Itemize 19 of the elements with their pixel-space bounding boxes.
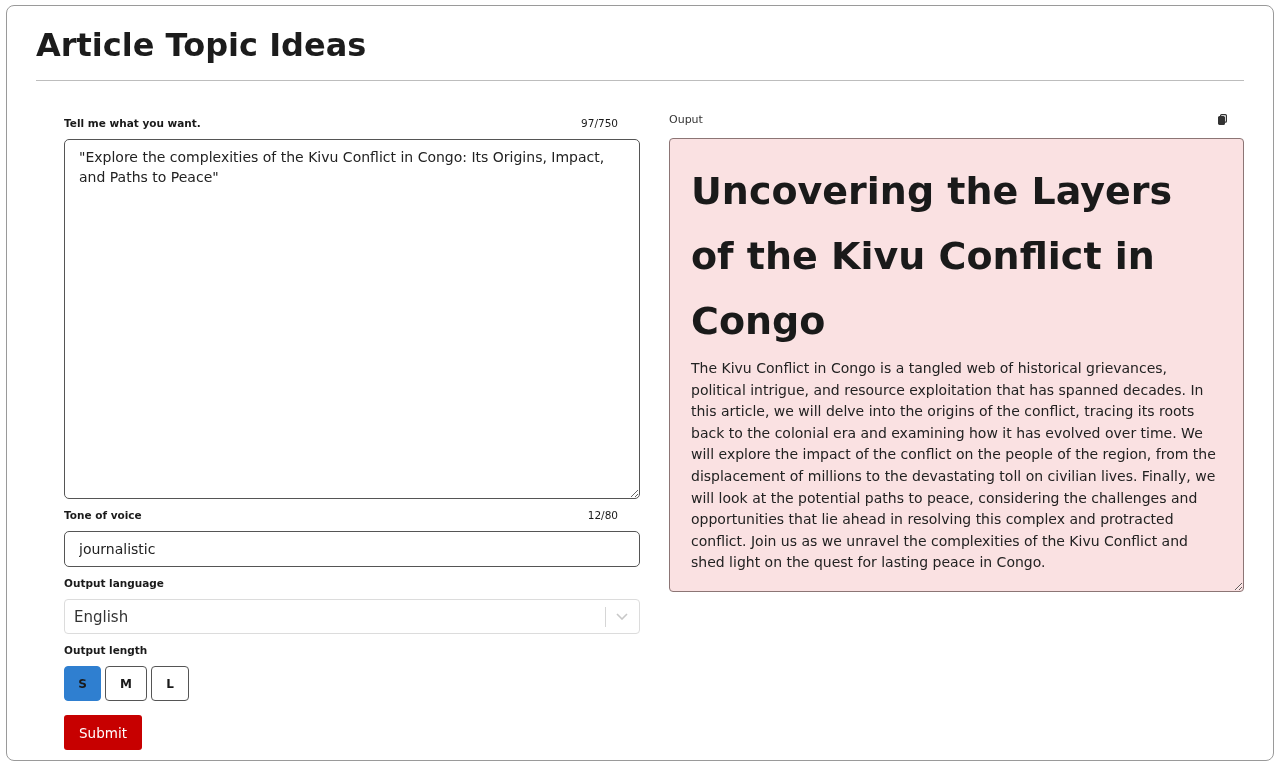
language-select[interactable]: English: [64, 599, 640, 634]
field-label: Tone of voice: [64, 509, 142, 521]
chevron-down-icon: [616, 613, 628, 620]
length-option-button[interactable]: M: [105, 666, 147, 701]
output-text: The Kivu Conflict in Congo is a tangled web of historical grievances, political intrigue, and resource exploitation that has spanned decades. In this article, we will delve into the origins of the conflict, tracing its roots back to the colonial era and examining how it has evolved over time. We will explore the impact of the conflict on the people of the region, from the displacement of millions to the devastating toll on civilian lives. Finally, we will look at the potential paths to peace, considering the challenges and opportunities that lie ahead in resolving this complex and protracted conflict. Join us as we unravel the complexities of the Kivu Conflict and shed light on the quest for lasting peace in Congo.: [691, 359, 1217, 573]
length-option-button[interactable]: L: [151, 666, 189, 701]
page-title: Article Topic Ideas: [36, 25, 368, 66]
copy-icon[interactable]: [1218, 113, 1227, 125]
prompt-textarea[interactable]: "Explore the complexities of the Kivu Conflict in Congo: Its Origins, Impact, and Paths to Peace": [64, 139, 640, 499]
length-option-button[interactable]: S: [64, 666, 101, 701]
character-counter: 12/80: [587, 509, 618, 521]
field-label: Output language: [64, 577, 164, 589]
character-counter: 97/750: [581, 117, 618, 129]
output-heading: Uncovering the Layers of the Kivu Conflict in Congo: [691, 168, 1174, 345]
output-label: Ouput: [669, 112, 703, 126]
field-label: Output length: [64, 644, 148, 656]
field-label: Tell me what you want.: [64, 117, 201, 129]
submit-button[interactable]: Submit: [64, 715, 142, 750]
tone-input[interactable]: journalistic: [64, 531, 640, 567]
